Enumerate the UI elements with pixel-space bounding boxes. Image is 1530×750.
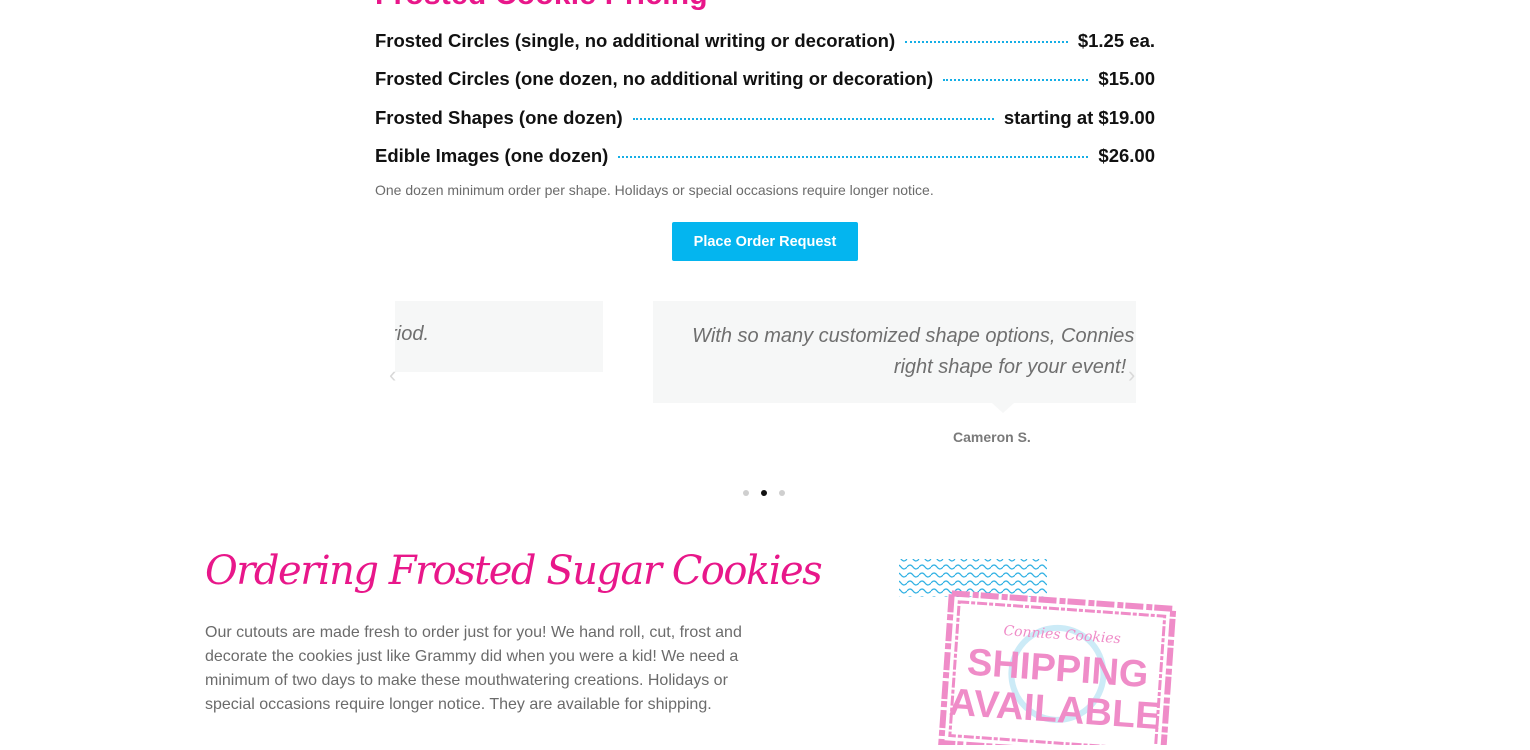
shipping-stamp-graphic: Connies Cookies SHIPPING AVAILABLE <box>899 559 1177 750</box>
price-leader <box>618 156 1089 158</box>
price-item-value: $1.25 ea. <box>1077 30 1155 51</box>
carousel-dot[interactable] <box>779 490 785 496</box>
testimonial-slide-current: With so many customized shape options, C… <box>653 301 1136 403</box>
price-item-value: $15.00 <box>1098 68 1155 89</box>
price-item-name: Frosted Circles (single, no additional w… <box>375 30 896 51</box>
carousel-dot-active[interactable] <box>761 490 767 496</box>
testimonial-text: riod. <box>395 323 429 345</box>
price-row: Frosted Circles (single, no additional w… <box>375 27 1155 55</box>
chevron-right-icon[interactable]: › <box>1128 364 1135 386</box>
price-leader <box>905 41 1068 43</box>
price-row: Frosted Shapes (one dozen) starting at $… <box>375 104 1155 132</box>
price-item-name: Frosted Shapes (one dozen) <box>375 107 623 128</box>
testimonial-carousel[interactable]: riod. With so many customized shape opti… <box>395 300 1136 460</box>
price-row: Edible Images (one dozen) $26.00 <box>375 142 1155 170</box>
price-item-name: Frosted Circles (one dozen, no additiona… <box>375 68 934 89</box>
price-row: Frosted Circles (one dozen, no additiona… <box>375 65 1155 93</box>
ordering-description: Our cutouts are made fresh to order just… <box>205 624 742 713</box>
price-leader <box>632 118 994 120</box>
carousel-dot[interactable] <box>743 490 749 496</box>
price-item-value: $26.00 <box>1098 145 1155 166</box>
ordering-title: Ordering Frosted Sugar Cookies <box>205 548 823 594</box>
testimonial-slide-previous: riod. <box>395 301 603 372</box>
price-item-value: starting at $19.00 <box>1003 107 1155 128</box>
price-item-name: Edible Images (one dozen) <box>375 145 609 166</box>
pricing-title: Frosted Cookie Pricing <box>375 0 708 12</box>
carousel-pagination <box>743 490 785 496</box>
price-leader <box>943 79 1089 81</box>
testimonial-pointer <box>992 403 1014 413</box>
place-order-request-button[interactable]: Place Order Request <box>672 222 858 261</box>
chevron-left-icon[interactable]: ‹ <box>389 364 396 386</box>
testimonial-text: With so many customized shape options, C… <box>692 325 1136 378</box>
pricing-note: One dozen minimum order per shape. Holid… <box>375 182 934 198</box>
testimonial-author: Cameron S. <box>953 429 1031 445</box>
shipping-available-stamp-image: Connies Cookies SHIPPING AVAILABLE <box>895 555 1195 750</box>
